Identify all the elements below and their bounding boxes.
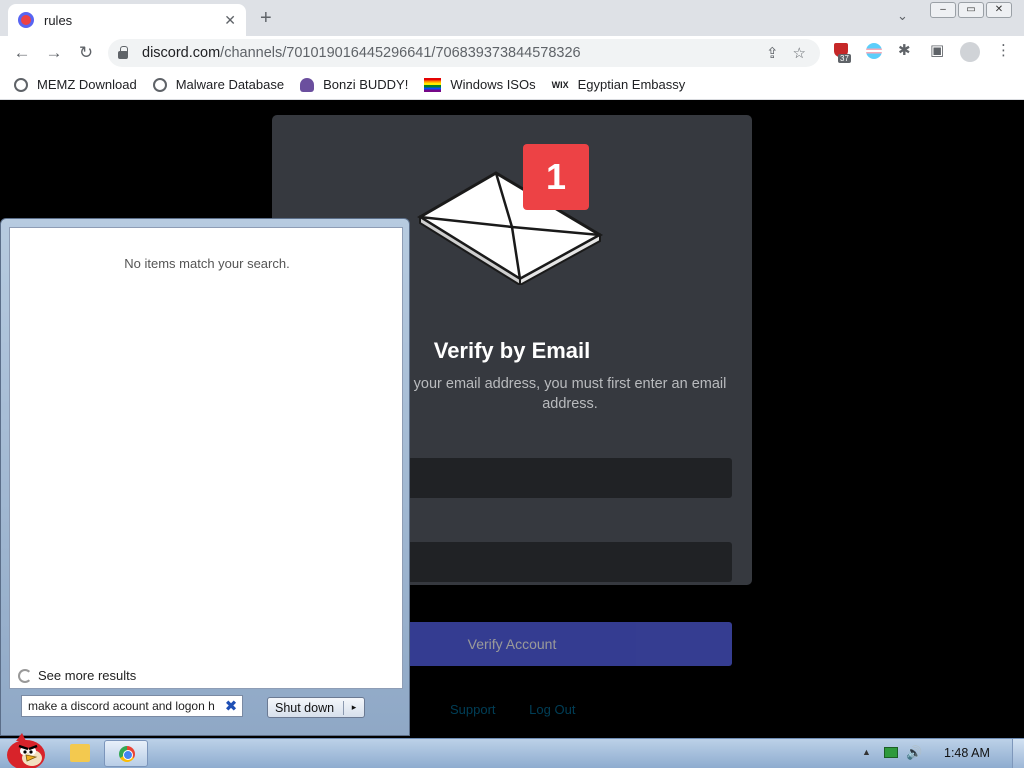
taskbar-chrome-button[interactable] [104, 740, 148, 767]
minimize-button[interactable]: – [930, 2, 956, 18]
profile-avatar[interactable] [960, 42, 980, 62]
discord-favicon-icon [18, 12, 34, 28]
support-link[interactable]: Support [450, 702, 496, 717]
no-results-message: No items match your search. [124, 256, 290, 271]
explorer-icon[interactable] [70, 744, 90, 762]
side-panel-icon[interactable]: ▣ [930, 41, 944, 59]
show-desktop-button[interactable] [1012, 739, 1024, 768]
reload-button[interactable]: ↻ [70, 43, 102, 63]
see-more-results-link[interactable]: See more results [18, 668, 136, 683]
bookmark-star-icon[interactable]: ☆ [793, 44, 806, 62]
network-icon[interactable] [884, 747, 898, 758]
taskbar: ▲ 🔊 1:48 AM [0, 733, 1024, 768]
wix-icon: WIX [551, 79, 569, 90]
trans-flag-extension-icon[interactable] [866, 43, 882, 59]
clock[interactable]: 1:48 AM [944, 746, 990, 760]
bookmark-malware-database[interactable]: Malware Database [152, 77, 284, 92]
volume-icon[interactable]: 🔊 [906, 745, 922, 761]
bonzi-icon [300, 77, 315, 92]
globe-icon [152, 77, 167, 92]
close-window-button[interactable]: ✕ [986, 2, 1012, 18]
bookmark-egyptian-embassy[interactable]: WIX Egyptian Embassy [552, 77, 686, 92]
chrome-icon [119, 746, 135, 762]
restore-button[interactable]: ▭ [958, 2, 984, 18]
bookmarks-bar: MEMZ Download Malware Database Bonzi BUD… [0, 70, 1024, 100]
url-text[interactable]: discord.com/channels/701019016445296641/… [142, 45, 766, 61]
notification-badge: 1 [523, 144, 589, 210]
bookmark-bonzi-buddy[interactable]: Bonzi BUDDY! [300, 77, 408, 92]
shield-extension-icon[interactable]: 37 [834, 43, 854, 63]
search-input-text[interactable]: make a discord acount and logon h [28, 699, 220, 713]
share-icon[interactable]: ⇪ [766, 44, 779, 62]
globe-icon [14, 77, 28, 92]
loading-spinner-icon [18, 668, 32, 683]
logout-link[interactable]: Log Out [529, 702, 575, 717]
bookmark-windows-isos[interactable]: Windows ISOs [424, 77, 536, 92]
tab-title: rules [44, 12, 73, 28]
address-bar[interactable]: discord.com/channels/701019016445296641/… [108, 39, 820, 67]
tray-expand-icon[interactable]: ▲ [862, 747, 871, 757]
clear-search-icon[interactable]: ✖ [220, 697, 242, 715]
start-menu: No items match your search. See more res… [0, 218, 410, 736]
tab-rules[interactable]: rules ✕ [8, 4, 246, 36]
shutdown-button[interactable]: Shut down ▸ [267, 697, 365, 718]
bookmark-memz[interactable]: MEMZ Download [14, 77, 137, 92]
shutdown-options-arrow-icon[interactable]: ▸ [344, 702, 364, 713]
footer-links: Support Log Out [450, 702, 605, 717]
extensions-puzzle-icon[interactable]: ✱ [898, 41, 911, 59]
lock-icon[interactable] [118, 46, 128, 59]
tab-close-icon[interactable]: ✕ [224, 12, 236, 29]
start-button-angry-bird-icon[interactable] [2, 731, 48, 768]
rainbow-flag-icon [424, 77, 442, 92]
start-search-input[interactable]: make a discord acount and logon h ✖ [21, 695, 243, 717]
tab-search-icon[interactable]: ⌄ [897, 8, 908, 24]
new-tab-button[interactable]: + [260, 7, 272, 30]
shutdown-label[interactable]: Shut down [268, 700, 344, 715]
forward-button[interactable]: → [38, 43, 70, 63]
extension-badge-count: 37 [838, 54, 851, 63]
browser-titlebar: rules ✕ + ⌄ – ▭ ✕ [0, 0, 1024, 36]
window-controls: – ▭ ✕ [930, 2, 1012, 18]
back-button[interactable]: ← [6, 43, 38, 63]
menu-icon[interactable]: ⋮ [996, 41, 1011, 59]
search-results-pane: No items match your search. See more res… [9, 227, 403, 689]
verify-description: your email address, you must first enter… [413, 376, 727, 412]
